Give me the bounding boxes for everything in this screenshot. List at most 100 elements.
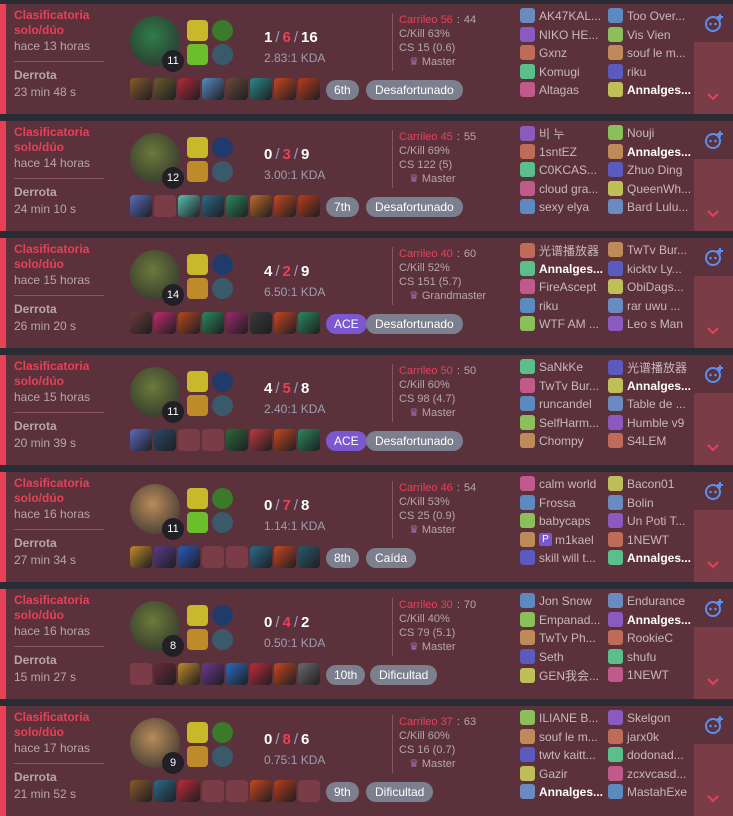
player-entry[interactable]: RookieC xyxy=(608,630,696,647)
player-entry[interactable]: riku xyxy=(608,63,696,81)
item-icon[interactable] xyxy=(202,195,224,217)
player-entry[interactable]: 光谱播放器 xyxy=(608,359,696,376)
item-icon[interactable] xyxy=(298,429,320,451)
player-entry[interactable]: FireAscept xyxy=(520,279,608,296)
add-build-icon[interactable] xyxy=(702,713,726,737)
flash-spell-icon[interactable] xyxy=(187,371,208,392)
add-build-icon[interactable] xyxy=(702,596,726,620)
player-entry[interactable]: Gazir xyxy=(520,765,608,783)
item-icon[interactable] xyxy=(178,663,200,685)
player-entry[interactable]: Gxnz xyxy=(520,45,608,62)
player-entry[interactable]: sexy elya xyxy=(520,199,608,216)
item-icon[interactable] xyxy=(298,312,320,334)
player-entry[interactable]: riku xyxy=(520,297,608,315)
player-entry[interactable]: 1NEWT xyxy=(608,531,696,549)
empty-item-slot[interactable] xyxy=(154,195,176,217)
player-entry[interactable]: Annalges... xyxy=(520,784,608,801)
summoner-spell-icon[interactable] xyxy=(187,395,208,416)
item-icon[interactable] xyxy=(226,663,248,685)
empty-item-slot[interactable] xyxy=(298,780,320,802)
secondary-rune-icon[interactable] xyxy=(212,161,233,182)
player-entry[interactable]: Annalges... xyxy=(608,377,696,395)
player-entry[interactable]: Annalges... xyxy=(520,260,608,278)
add-build-icon[interactable] xyxy=(702,245,726,269)
keystone-rune-icon[interactable] xyxy=(212,254,233,275)
player-entry[interactable]: Frossa xyxy=(520,494,608,512)
player-entry[interactable]: TwTv Bur... xyxy=(608,242,696,259)
player-entry[interactable]: cloud gra... xyxy=(520,180,608,198)
item-icon[interactable] xyxy=(130,780,152,802)
item-icon[interactable] xyxy=(178,195,200,217)
add-build-icon[interactable] xyxy=(702,11,726,35)
item-icon[interactable] xyxy=(226,312,248,334)
player-entry[interactable]: TwTv Ph... xyxy=(520,630,608,647)
player-entry[interactable]: Annalges... xyxy=(608,611,696,629)
item-icon[interactable] xyxy=(250,546,272,568)
player-entry[interactable]: WTF AM ... xyxy=(520,316,608,333)
player-entry[interactable]: S4LEM xyxy=(608,433,696,450)
match-card[interactable]: Clasificatoria solo/dúo hace 16 horas Derr… xyxy=(0,589,733,699)
item-icon[interactable] xyxy=(178,312,200,334)
player-entry[interactable]: Skelgon xyxy=(608,710,696,727)
keystone-rune-icon[interactable] xyxy=(212,20,233,41)
player-entry[interactable]: Zhuo Ding xyxy=(608,162,696,179)
item-icon[interactable] xyxy=(154,546,176,568)
player-entry[interactable]: Chompy xyxy=(520,433,608,450)
item-icon[interactable] xyxy=(250,663,272,685)
match-card[interactable]: Clasificatoria solo/dúo hace 16 horas Derr… xyxy=(0,472,733,582)
player-entry[interactable]: rar uwu ... xyxy=(608,297,696,315)
player-entry[interactable]: calm world xyxy=(520,476,608,493)
player-entry[interactable]: Bard Lulu... xyxy=(608,199,696,216)
keystone-rune-icon[interactable] xyxy=(212,605,233,626)
player-entry[interactable]: Humble v9 xyxy=(608,414,696,432)
item-icon[interactable] xyxy=(298,195,320,217)
expand-chevron-icon[interactable] xyxy=(707,322,719,338)
expand-chevron-icon[interactable] xyxy=(707,790,719,806)
secondary-rune-icon[interactable] xyxy=(212,395,233,416)
player-entry[interactable]: Table de ... xyxy=(608,396,696,413)
player-entry[interactable]: Annalges... xyxy=(608,550,696,567)
player-entry[interactable]: Annalges... xyxy=(608,143,696,161)
empty-item-slot[interactable] xyxy=(130,663,152,685)
flash-spell-icon[interactable] xyxy=(187,722,208,743)
item-icon[interactable] xyxy=(130,78,152,100)
item-icon[interactable] xyxy=(250,78,272,100)
player-entry[interactable]: ILIANE B... xyxy=(520,710,608,727)
player-entry[interactable]: shufu xyxy=(608,648,696,666)
item-icon[interactable] xyxy=(298,663,320,685)
flash-spell-icon[interactable] xyxy=(187,137,208,158)
expand-chevron-icon[interactable] xyxy=(707,673,719,689)
player-entry[interactable]: Altagas xyxy=(520,82,608,99)
player-entry[interactable]: Endurance xyxy=(608,593,696,610)
secondary-rune-icon[interactable] xyxy=(212,629,233,650)
player-entry[interactable]: Vis Vien xyxy=(608,26,696,44)
flash-spell-icon[interactable] xyxy=(187,488,208,509)
item-icon[interactable] xyxy=(202,78,224,100)
secondary-rune-icon[interactable] xyxy=(212,512,233,533)
keystone-rune-icon[interactable] xyxy=(212,137,233,158)
match-card[interactable]: Clasificatoria solo/dúo hace 17 horas Derr… xyxy=(0,706,733,816)
player-entry[interactable]: souf le m... xyxy=(520,728,608,746)
empty-item-slot[interactable] xyxy=(226,780,248,802)
player-entry[interactable]: Bolin xyxy=(608,494,696,512)
item-icon[interactable] xyxy=(130,195,152,217)
player-entry[interactable]: zcxvcasd... xyxy=(608,765,696,783)
player-entry[interactable]: 1sntEZ xyxy=(520,143,608,161)
item-icon[interactable] xyxy=(154,780,176,802)
player-entry[interactable]: kicktv Ly... xyxy=(608,260,696,278)
empty-item-slot[interactable] xyxy=(202,429,224,451)
expand-chevron-icon[interactable] xyxy=(707,556,719,572)
expand-chevron-icon[interactable] xyxy=(707,205,719,221)
summoner-spell-icon[interactable] xyxy=(187,161,208,182)
player-entry[interactable]: Komugi xyxy=(520,63,608,81)
player-entry[interactable]: runcandel xyxy=(520,396,608,413)
match-card[interactable]: Clasificatoria solo/dúo hace 14 horas Derr… xyxy=(0,121,733,231)
item-icon[interactable] xyxy=(298,546,320,568)
match-card[interactable]: Clasificatoria solo/dúo hace 13 horas Derr… xyxy=(0,4,733,114)
item-icon[interactable] xyxy=(154,663,176,685)
player-entry[interactable]: souf le m... xyxy=(608,45,696,62)
player-entry[interactable]: GEN我会... xyxy=(520,667,608,684)
item-icon[interactable] xyxy=(250,195,272,217)
item-icon[interactable] xyxy=(298,78,320,100)
item-icon[interactable] xyxy=(250,312,272,334)
